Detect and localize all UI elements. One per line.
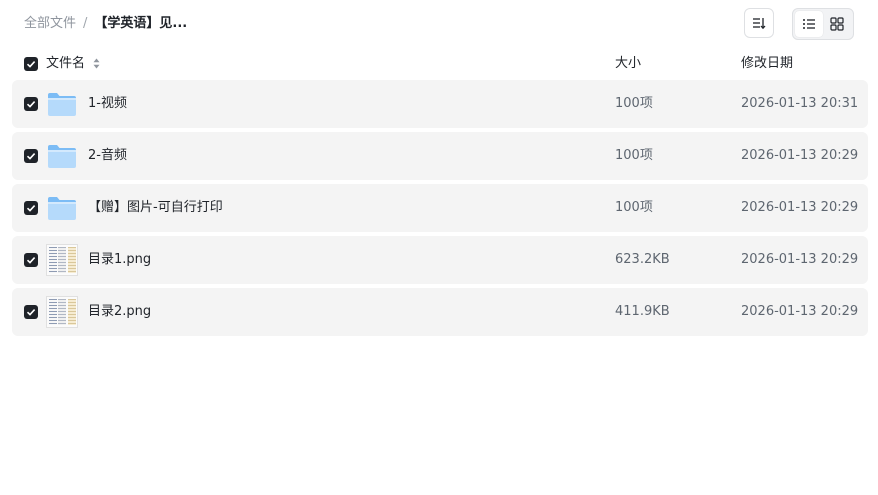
grid-view-button[interactable]	[823, 11, 851, 37]
select-all-container	[24, 57, 38, 71]
list-view-icon	[803, 19, 815, 29]
file-name[interactable]: 1-视频	[88, 94, 127, 114]
modified-column-header: 修改日期	[741, 56, 794, 71]
name-column-header[interactable]: 文件名	[46, 52, 100, 76]
file-size: 411.9KB	[615, 304, 670, 319]
file-size: 100项	[615, 96, 653, 111]
row-checkbox[interactable]	[24, 201, 38, 215]
breadcrumb: 全部文件 / 【学英语】见...	[24, 14, 187, 34]
sort-button[interactable]	[744, 8, 774, 38]
folder-icon	[46, 140, 78, 172]
sort-caret-icon	[93, 58, 100, 69]
file-name[interactable]: 【赠】图片-可自行打印	[88, 198, 223, 218]
name-column-label: 文件名	[46, 56, 86, 71]
top-bar: 全部文件 / 【学英语】见...	[0, 0, 878, 48]
row-checkbox[interactable]	[24, 305, 38, 319]
check-icon	[26, 205, 36, 212]
file-row[interactable]: 目录2.png 411.9KB 2026-01-13 20:29	[12, 288, 868, 336]
check-icon	[26, 61, 36, 68]
file-name[interactable]: 目录2.png	[88, 302, 151, 322]
file-modified-date: 2026-01-13 20:29	[741, 200, 859, 215]
folder-icon	[46, 88, 78, 120]
check-icon	[26, 153, 36, 160]
view-mode-toggle	[792, 8, 854, 40]
grid-view-icon	[830, 17, 844, 31]
breadcrumb-separator: /	[83, 16, 88, 31]
file-modified-date: 2026-01-13 20:29	[741, 252, 859, 267]
check-icon	[26, 101, 36, 108]
file-list-header: 文件名 大小 修改日期	[0, 52, 878, 76]
file-modified-date: 2026-01-13 20:29	[741, 148, 859, 163]
file-modified-date: 2026-01-13 20:31	[741, 96, 859, 111]
list-view-button[interactable]	[795, 11, 823, 37]
file-name[interactable]: 2-音频	[88, 146, 127, 166]
file-row[interactable]: 【赠】图片-可自行打印 100项 2026-01-13 20:29	[12, 184, 868, 232]
row-checkbox[interactable]	[24, 253, 38, 267]
breadcrumb-root-link[interactable]: 全部文件	[24, 14, 76, 34]
folder-icon	[46, 192, 78, 224]
file-size: 623.2KB	[615, 252, 670, 267]
check-icon	[26, 257, 36, 264]
file-list: 1-视频 100项 2026-01-13 20:31 2-音频 100项 2026-01-…	[12, 80, 868, 340]
image-thumbnail	[46, 296, 78, 328]
sort-list-icon	[753, 18, 766, 30]
row-checkbox[interactable]	[24, 97, 38, 111]
file-size: 100项	[615, 148, 653, 163]
file-row[interactable]: 2-音频 100项 2026-01-13 20:29	[12, 132, 868, 180]
select-all-checkbox[interactable]	[24, 57, 38, 71]
row-checkbox[interactable]	[24, 149, 38, 163]
file-size: 100项	[615, 200, 653, 215]
size-column-header: 大小	[615, 56, 642, 71]
file-modified-date: 2026-01-13 20:29	[741, 304, 859, 319]
file-row[interactable]: 目录1.png 623.2KB 2026-01-13 20:29	[12, 236, 868, 284]
image-thumbnail	[46, 244, 78, 276]
file-name[interactable]: 目录1.png	[88, 250, 151, 270]
file-row[interactable]: 1-视频 100项 2026-01-13 20:31	[12, 80, 868, 128]
breadcrumb-current: 【学英语】见...	[94, 16, 188, 31]
check-icon	[26, 309, 36, 316]
